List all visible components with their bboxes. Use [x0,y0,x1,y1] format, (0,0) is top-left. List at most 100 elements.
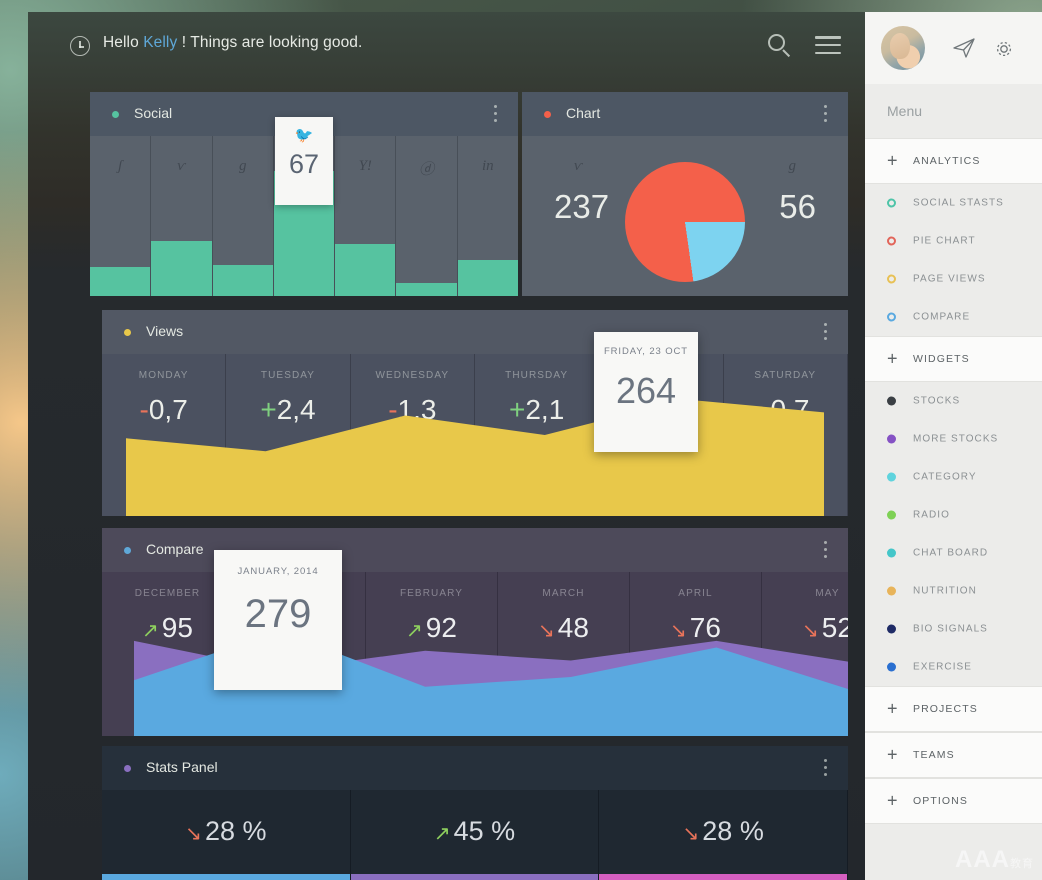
stats-panel-menu-icon[interactable] [824,759,828,777]
sidebar-item-nutrition[interactable]: NUTRITION [865,572,1042,610]
sidebar-item-stocks[interactable]: STOCKS [865,382,1042,420]
social-column[interactable]: ѵ [151,136,213,296]
bullet-icon [887,662,896,672]
stats-cell-value: ↘ 28 % [185,816,267,846]
sidebar-item-label: STOCKS [913,395,961,407]
sidebar-item-label: NUTRITION [913,585,977,597]
plus-icon: + [887,348,898,369]
compare-tooltip: JANUARY, 2014 279 [214,550,342,690]
sidebar-group-label: PROJECTS [913,703,978,715]
views-day-cell[interactable]: MONDAY -0,7 [102,354,227,516]
stats-cell[interactable]: ↘ 28 % [102,790,351,880]
sidebar-group-options[interactable]: + OPTIONS [865,778,1042,824]
social-panel-menu-icon[interactable] [494,105,498,123]
views-day-label: SATURDAY [754,370,817,381]
social-status-dot [112,111,119,118]
compare-month-value: ↘ 48 [538,612,589,643]
paper-plane-icon[interactable] [953,38,975,58]
compare-month-value: ↘ 76 [670,612,721,643]
sidebar-item-label: COMPARE [913,311,971,323]
compare-month-label: APRIL [678,588,713,599]
sidebar-item-more-stocks[interactable]: MORE STOCKS [865,420,1042,458]
views-day-cell[interactable]: THURSDAY +2,1 [475,354,600,516]
search-icon[interactable] [768,34,792,58]
views-sign: + [260,394,277,425]
compare-status-dot [124,547,131,554]
stats-status-dot [124,765,131,772]
bullet-icon [887,312,896,322]
sidebar-item-exercise[interactable]: EXERCISE [865,648,1042,686]
social-column[interactable]: in [457,136,518,296]
sidebar-menu-label: Menu [865,84,1042,138]
social-column[interactable]: g [212,136,274,296]
clock-icon [70,36,90,56]
views-day-value: -1,3 [388,394,437,425]
trend-arrow-icon: ↘ [670,620,687,642]
sidebar-item-pie-chart[interactable]: PIE CHART [865,222,1042,260]
bullet-icon [887,396,896,406]
sidebar-group-teams[interactable]: + TEAMS [865,732,1042,778]
stats-cell[interactable]: ↗ 45 % [350,790,600,880]
greeting-username: Kelly [143,34,178,51]
views-day-cell[interactable]: TUESDAY +2,4 [226,354,351,516]
bullet-icon [887,624,896,634]
sidebar-item-compare[interactable]: COMPARE [865,298,1042,336]
social-bar [457,259,518,296]
compare-month-cell[interactable]: MAY ↘ 52 [762,572,848,736]
sidebar-item-page-views[interactable]: PAGE VIEWS [865,260,1042,298]
sidebar-item-radio[interactable]: RADIO [865,496,1042,534]
hamburger-menu-icon[interactable] [815,36,841,56]
sidebar-group-analytics[interactable]: + ANALYTICS [865,138,1042,184]
social-column[interactable]: 🐦 67 [273,117,336,296]
compare-month-label: MARCH [542,588,585,599]
stats-panel-title: Stats Panel [146,759,218,775]
user-avatar[interactable] [881,26,925,70]
bullet-icon [887,586,896,596]
sidebar-item-social-stasts[interactable]: SOCIAL STASTS [865,184,1042,222]
compare-month-cell[interactable]: APRIL ↘ 76 [630,572,762,736]
greeting-text: Hello Kelly ! Things are looking good. [103,34,362,52]
sidebar-item-label: MORE STOCKS [913,433,999,445]
views-day-cell[interactable]: WEDNESDAY -1,3 [351,354,475,516]
vimeo-icon: ѵ [574,158,583,174]
greeting-prefix: Hello [103,34,144,51]
pie-chart[interactable] [625,162,745,282]
views-day-cell[interactable]: SATURDAY -0,7 [724,354,848,516]
views-panel-menu-icon[interactable] [824,323,828,341]
vimeo-icon: ѵ [177,158,186,174]
views-sign: - [761,394,771,425]
compare-month-cell[interactable]: MARCH ↘ 48 [498,572,630,736]
twitter-bird-icon: 🐦 [294,127,314,145]
sidebar: Menu + ANALYTICS SOCIAL STASTS PIE CHART PAG… [865,12,1042,880]
social-column[interactable]: ʃ [90,136,152,296]
compare-month-cell[interactable]: FEBRUARY ↗ 92 [366,572,498,736]
chart-status-dot [544,111,551,118]
compare-panel-menu-icon[interactable] [824,541,828,559]
sidebar-group-widgets[interactable]: + WIDGETS [865,336,1042,382]
sidebar-item-category[interactable]: CATEGORY [865,458,1042,496]
views-tooltip-label: FRIDAY, 23 OCT [603,346,689,357]
stats-cell-value: ↗ 45 % [433,816,516,846]
social-bar [151,241,212,296]
views-sign: - [388,394,398,425]
chart-panel-title: Chart [566,105,601,121]
trend-arrow-icon: ↘ [538,620,555,642]
sidebar-item-chat-board[interactable]: CHAT BOARD [865,534,1042,572]
sidebar-item-bio-signals[interactable]: BIO SIGNALS [865,610,1042,648]
stats-cell-bar [102,874,350,880]
trend-arrow-icon: ↘ [185,823,202,845]
social-tooltip: 🐦 67 [274,117,333,206]
sidebar-group-label: TEAMS [913,749,955,761]
stats-cell[interactable]: ↘ 28 % [599,790,848,880]
social-column[interactable]: Y! [335,136,397,296]
trend-arrow-icon: ↘ [802,620,819,642]
sidebar-item-label: CHAT BOARD [913,547,989,559]
compare-month-value: ↗ 92 [406,612,457,643]
chart-panel-menu-icon[interactable] [824,105,828,123]
compare-tooltip-value: 279 [244,592,312,636]
views-day-label: THURSDAY [505,370,569,381]
sidebar-group-projects[interactable]: + PROJECTS [865,686,1042,732]
social-column[interactable]: ⓓ [396,136,458,296]
sidebar-item-label: EXERCISE [913,661,972,673]
gear-icon[interactable] [993,38,1015,60]
